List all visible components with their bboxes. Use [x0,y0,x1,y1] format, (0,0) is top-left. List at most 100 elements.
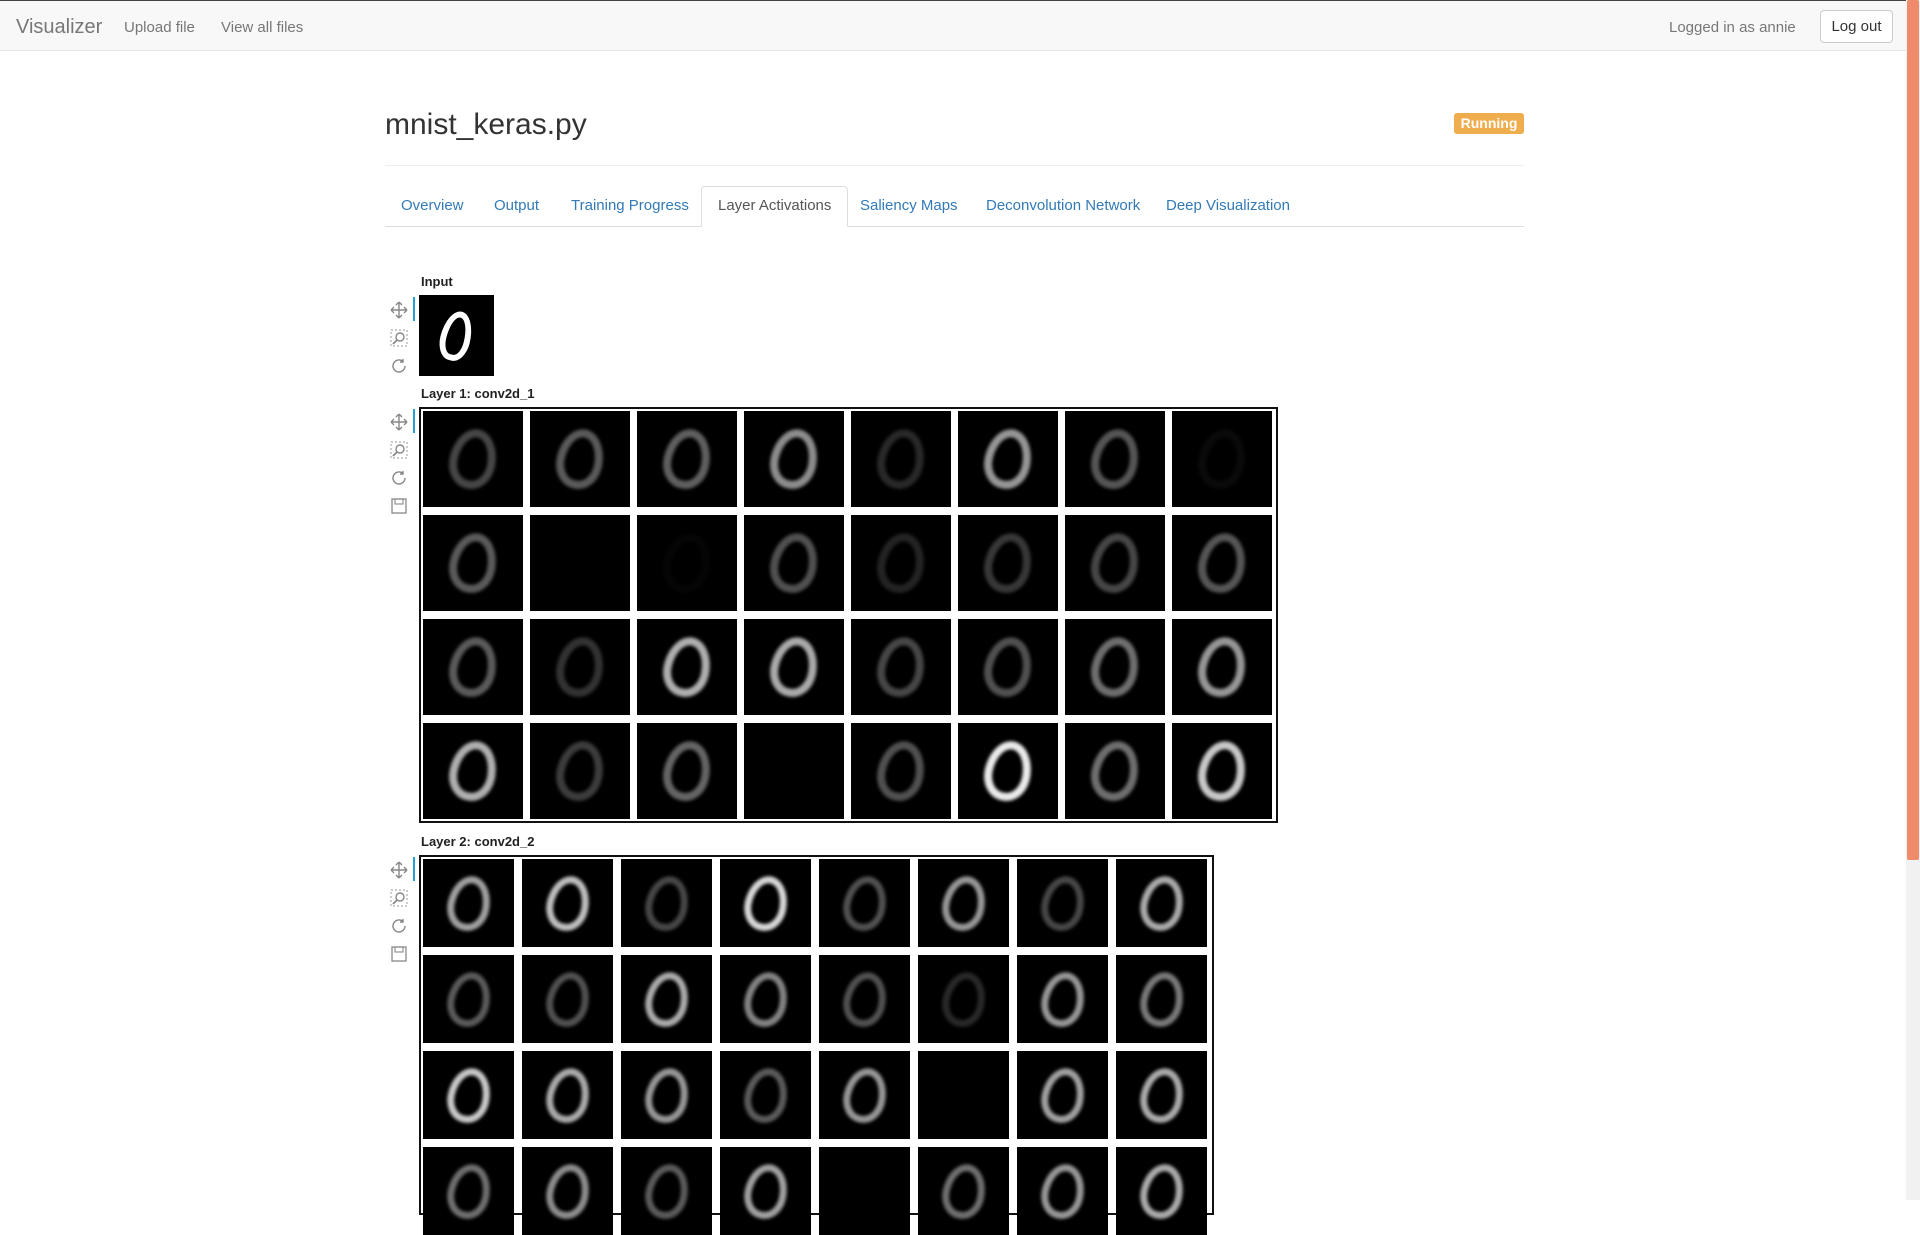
feature-map [918,1051,1009,1139]
layer-label-conv2d-1: Layer 1: conv2d_1 [421,386,535,401]
toolbar-layer2 [388,859,412,971]
feature-map [958,515,1058,611]
feature-map [1017,859,1108,947]
feature-map [530,515,630,611]
box-zoom-icon[interactable] [388,439,410,461]
feature-map [637,723,737,819]
feature-map [851,411,951,507]
feature-map [530,723,630,819]
box-zoom-icon[interactable] [388,327,410,349]
feature-map [423,1147,514,1235]
feature-map [744,515,844,611]
feature-map [522,955,613,1043]
feature-map [720,1147,811,1235]
active-tool-indicator [413,297,415,321]
toolbar-layer1 [388,411,412,523]
pan-icon[interactable] [388,411,410,433]
feature-map [423,859,514,947]
layer-label-input: Input [421,274,453,289]
active-tool-indicator [413,857,415,881]
view-all-files-link[interactable]: View all files [221,19,303,36]
pan-icon[interactable] [388,859,410,881]
feature-map [851,723,951,819]
feature-map [423,955,514,1043]
feature-map [851,515,951,611]
feature-map [1172,411,1272,507]
logout-button[interactable]: Log out [1820,10,1893,43]
feature-map [720,1051,811,1139]
feature-map [1065,411,1165,507]
feature-map [744,723,844,819]
feature-map [958,723,1058,819]
feature-map [744,411,844,507]
save-icon[interactable] [388,943,410,965]
feature-map [1116,859,1207,947]
feature-map [423,515,523,611]
tab-training-progress[interactable]: Training Progress [555,186,705,226]
feature-map [530,411,630,507]
active-tool-indicator [413,409,415,433]
tab-deep-visualization[interactable]: Deep Visualization [1150,186,1306,226]
tab-layer-activations[interactable]: Layer Activations [701,186,849,227]
feature-map [621,955,712,1043]
conv2d-1-activation-grid[interactable] [419,407,1278,823]
feature-map [637,411,737,507]
feature-map [522,1051,613,1139]
toolbar-input [388,299,412,383]
tabs-divider [385,226,1524,227]
feature-map [819,955,910,1043]
feature-map [720,859,811,947]
feature-map [522,859,613,947]
tab-overview[interactable]: Overview [385,186,480,226]
feature-map [918,1147,1009,1235]
page-title: mnist_keras.py [385,108,587,141]
feature-map [958,411,1058,507]
pan-icon[interactable] [388,299,410,321]
feature-map [1017,955,1108,1043]
feature-map [1116,955,1207,1043]
title-divider [385,165,1524,166]
feature-map [621,859,712,947]
feature-map [522,1147,613,1235]
feature-map [1065,619,1165,715]
status-badge: Running [1454,113,1524,134]
feature-map [423,411,523,507]
feature-map [918,955,1009,1043]
feature-map [1065,723,1165,819]
tab-output[interactable]: Output [478,186,555,226]
navbar: Visualizer Upload file View all files Lo… [0,0,1906,51]
feature-map [1172,515,1272,611]
tab-saliency-maps[interactable]: Saliency Maps [844,186,974,226]
save-icon[interactable] [388,495,410,517]
tab-deconvolution-network[interactable]: Deconvolution Network [970,186,1156,226]
conv2d-2-activation-grid[interactable] [419,855,1214,1235]
feature-map [423,619,523,715]
feature-map [1017,1051,1108,1139]
feature-map [819,1147,910,1235]
feature-map [621,1147,712,1235]
feature-map [1172,619,1272,715]
feature-map [1116,1147,1207,1235]
layer-label-conv2d-2: Layer 2: conv2d_2 [421,834,535,849]
upload-file-link[interactable]: Upload file [124,19,195,36]
scrollbar-thumb[interactable] [1907,0,1919,860]
feature-map [819,859,910,947]
feature-map [530,619,630,715]
feature-map [720,955,811,1043]
feature-map [918,859,1009,947]
feature-map [1116,1051,1207,1139]
feature-map [621,1051,712,1139]
reset-icon[interactable] [388,915,410,937]
feature-map [637,515,737,611]
box-zoom-icon[interactable] [388,887,410,909]
logged-in-text: Logged in as annie [1669,19,1796,36]
reset-icon[interactable] [388,467,410,489]
brand-link[interactable]: Visualizer [16,16,102,39]
feature-map [819,1051,910,1139]
feature-map [1065,515,1165,611]
reset-icon[interactable] [388,355,410,377]
input-image [419,295,494,376]
feature-map [958,619,1058,715]
feature-map [423,723,523,819]
feature-map [1172,723,1272,819]
